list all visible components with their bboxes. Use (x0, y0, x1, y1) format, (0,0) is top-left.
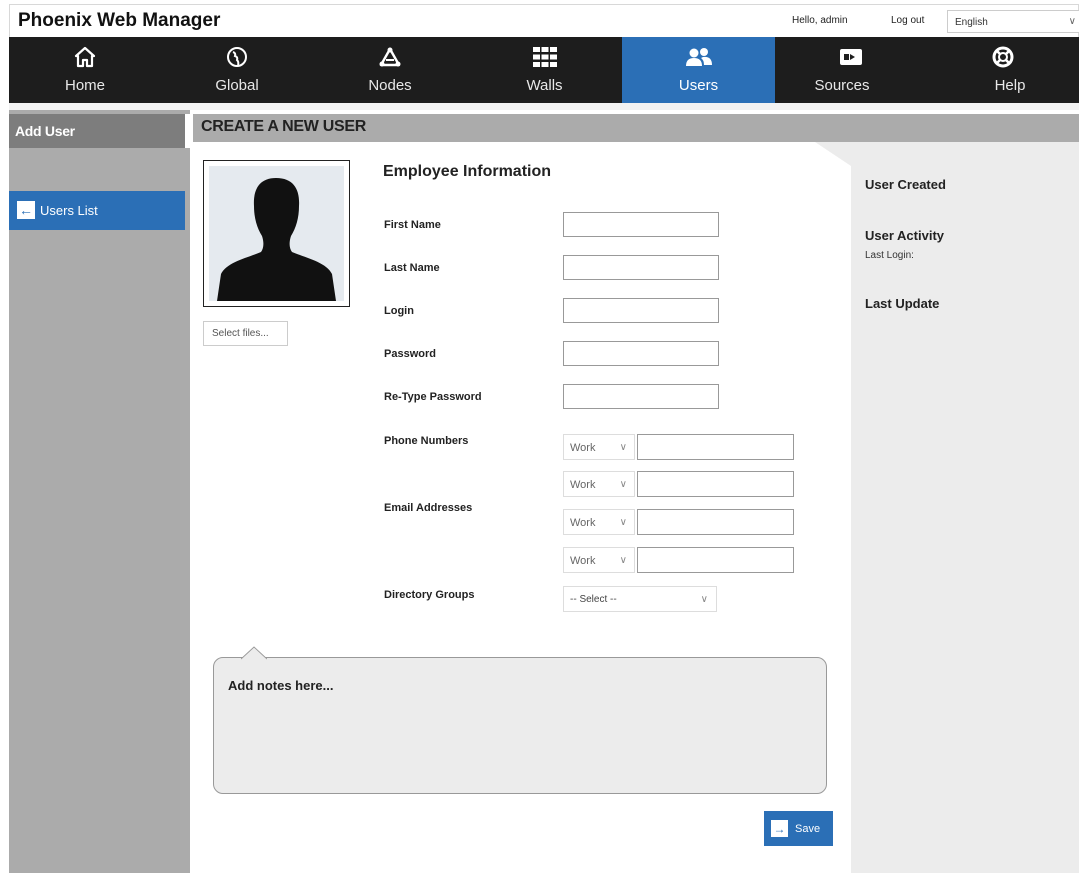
chevron-down-icon: ∨ (619, 442, 627, 453)
nav-item-global[interactable]: Global (161, 37, 313, 103)
email-field[interactable] (637, 547, 794, 573)
nav-item-users[interactable]: Users (622, 37, 775, 103)
phone-number-field[interactable] (637, 434, 794, 460)
directory-groups-label: Directory Groups (384, 589, 475, 601)
notes-textarea[interactable]: Add notes here... (213, 657, 827, 794)
sidebar: Add User ← Users List (9, 110, 190, 873)
nav-label-home: Home (64, 77, 105, 94)
nav-label-walls: Walls (526, 77, 563, 94)
users-list-label: Users List (40, 203, 98, 218)
email-field[interactable] (637, 509, 794, 535)
password-field[interactable] (563, 341, 719, 366)
user-activity-label: User Activity (865, 228, 944, 243)
retype-password-label: Re-Type Password (384, 391, 482, 403)
main-nav: Home Global Nodes Walls Users Sources He… (9, 37, 1079, 103)
last-name-label: Last Name (384, 262, 440, 274)
arrow-right-icon: → (771, 820, 788, 837)
nav-label-users: Users (678, 77, 719, 94)
phone-type-value: Work (570, 442, 596, 454)
chevron-down-icon: ∨ (619, 555, 627, 566)
email-type-value: Work (570, 517, 596, 529)
email-field[interactable] (637, 471, 794, 497)
globe-icon (161, 45, 313, 69)
nav-divider (9, 103, 1079, 110)
email-type-select[interactable]: Work ∨ (563, 509, 635, 535)
directory-groups-select[interactable]: -- Select -- ∨ (563, 586, 717, 612)
home-icon (9, 45, 161, 69)
language-value: English (955, 17, 988, 28)
first-name-field[interactable] (563, 212, 719, 237)
phone-numbers-label: Phone Numbers (384, 435, 469, 447)
avatar (203, 160, 350, 307)
nav-label-help: Help (994, 77, 1026, 94)
email-type-select[interactable]: Work ∨ (563, 471, 635, 497)
save-button[interactable]: → Save (764, 811, 833, 846)
nav-item-help[interactable]: Help (927, 37, 1079, 103)
page-title: CREATE A NEW USER (193, 114, 1079, 142)
nodes-icon (313, 45, 467, 69)
nav-label-global: Global (215, 77, 259, 94)
save-label: Save (795, 823, 821, 835)
nav-item-nodes[interactable]: Nodes (313, 37, 467, 103)
greeting-text: Hello, admin (792, 15, 848, 26)
users-icon (622, 45, 775, 69)
users-list-button[interactable]: ← Users List (9, 191, 185, 230)
chevron-down-icon: ∨ (1068, 16, 1076, 27)
user-info-panel: User Created User Activity Last Login: L… (851, 142, 1079, 873)
email-addresses-label: Email Addresses (384, 502, 473, 514)
login-label: Login (384, 305, 414, 317)
logout-link[interactable]: Log out (891, 15, 924, 26)
last-login-label: Last Login: (865, 250, 914, 261)
email-type-value: Work (570, 479, 596, 491)
avatar-placeholder-icon (209, 166, 344, 301)
last-update-label: Last Update (865, 296, 940, 311)
lifebuoy-icon (927, 45, 1079, 69)
first-name-label: First Name (384, 219, 441, 231)
language-select[interactable]: English ∨ (947, 10, 1079, 33)
top-bar: Phoenix Web Manager Hello, admin Log out… (9, 4, 1079, 37)
nav-label-nodes: Nodes (368, 77, 412, 94)
employee-info-title: Employee Information (383, 163, 552, 180)
email-type-select[interactable]: Work ∨ (563, 547, 635, 573)
chevron-down-icon: ∨ (619, 479, 627, 490)
email-type-value: Work (570, 555, 596, 567)
nav-item-home[interactable]: Home (9, 37, 161, 103)
phone-type-select[interactable]: Work ∨ (563, 434, 635, 460)
notes-pointer (241, 646, 267, 660)
login-field[interactable] (563, 298, 719, 323)
password-label: Password (384, 348, 436, 360)
chevron-down-icon: ∨ (619, 517, 627, 528)
chevron-down-icon: ∨ (700, 594, 708, 605)
sidebar-title: Add User (9, 114, 185, 148)
camera-icon (775, 45, 927, 69)
user-created-label: User Created (865, 177, 946, 192)
nav-item-walls[interactable]: Walls (467, 37, 622, 103)
select-files-button[interactable]: Select files... (203, 321, 288, 346)
last-name-field[interactable] (563, 255, 719, 280)
notes-placeholder: Add notes here... (228, 678, 334, 693)
nav-label-sources: Sources (814, 77, 870, 94)
sidebar-gap (185, 114, 190, 148)
nav-item-sources[interactable]: Sources (775, 37, 927, 103)
app-title: Phoenix Web Manager (18, 10, 221, 31)
arrow-left-icon: ← (17, 201, 35, 219)
retype-password-field[interactable] (563, 384, 719, 409)
walls-grid-icon (467, 45, 622, 69)
directory-groups-value: -- Select -- (570, 594, 617, 605)
right-panel-notch (815, 142, 851, 166)
